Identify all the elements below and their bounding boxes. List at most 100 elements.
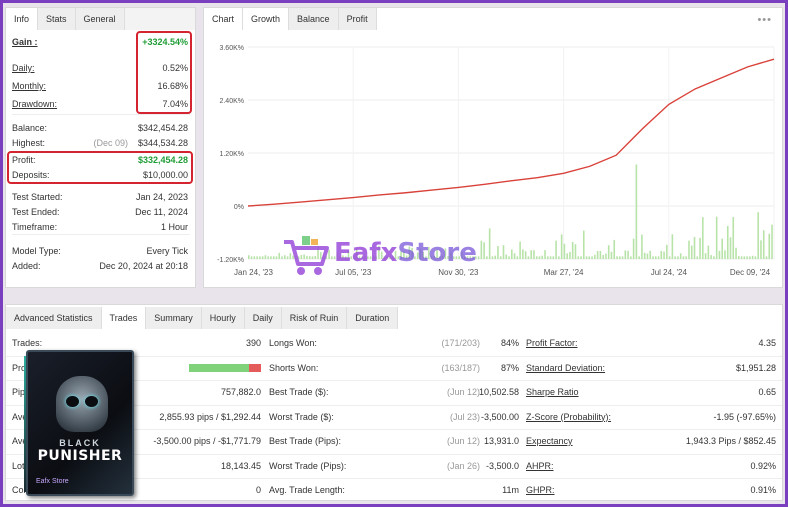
trade-bar: [674, 256, 676, 259]
stat-value: 10,502.58: [478, 387, 519, 397]
trade-bar: [535, 256, 538, 259]
trade-bar: [771, 224, 773, 259]
trade-bar: [519, 241, 521, 259]
trade-bar: [505, 254, 508, 259]
trade-bar: [546, 256, 549, 259]
trade-bar: [746, 256, 748, 259]
tab-profit[interactable]: Profit: [338, 8, 377, 30]
stats-tabs: Advanced Statistics Trades Summary Hourl…: [6, 307, 399, 329]
trade-bar: [732, 217, 735, 259]
trade-bar: [270, 256, 272, 259]
trade-bar: [616, 256, 618, 259]
tab-trades[interactable]: Trades: [101, 307, 147, 329]
stat-label: Best Trade (Pips):: [269, 436, 342, 446]
trade-bar: [649, 250, 652, 259]
stat-value: 757,882.0: [220, 387, 261, 397]
stat-value: 18,143.45: [220, 460, 261, 471]
trade-bar: [549, 256, 552, 259]
trade-bar: [729, 237, 732, 259]
trade-bar: [751, 255, 754, 259]
stat-note: (Jan 26): [446, 460, 480, 471]
info-row-label: Added:: [12, 261, 41, 271]
trade-bar: [635, 164, 638, 259]
trade-bar: [710, 255, 712, 259]
trade-bar: [699, 237, 701, 259]
trade-bar: [638, 256, 640, 259]
tab-daily[interactable]: Daily: [244, 307, 282, 329]
stat-value: 0: [255, 485, 261, 495]
trade-bar: [591, 256, 593, 259]
tab-summary[interactable]: Summary: [146, 307, 202, 329]
trade-bar: [760, 240, 762, 259]
trade-bar: [630, 256, 632, 259]
trade-bar: [738, 256, 740, 259]
tab-growth[interactable]: Growth: [243, 8, 290, 30]
trade-bar: [571, 241, 574, 259]
trade-bar: [657, 256, 660, 259]
tab-chart[interactable]: Chart: [204, 8, 244, 30]
more-dots-icon[interactable]: •••: [757, 14, 772, 26]
trade-bar: [511, 249, 513, 259]
tab-duration[interactable]: Duration: [347, 307, 399, 329]
product-box: BLACK PUNISHER Eafx Store: [26, 350, 134, 496]
stat-label: GHPR:: [526, 485, 555, 495]
trade-bar: [555, 240, 557, 259]
trade-bar: [610, 251, 613, 259]
info-row-label: Highest:: [12, 138, 46, 148]
tab-general[interactable]: General: [75, 8, 125, 30]
trade-bar: [666, 244, 668, 259]
stat-label: Expectancy: [526, 436, 573, 446]
trade-bar: [740, 256, 743, 259]
growth-line: [247, 58, 775, 207]
trade-bar: [715, 216, 718, 259]
trade-bar: [275, 256, 278, 259]
info-row: Added: Dec 20, 2024 at 20:18: [12, 259, 188, 273]
trade-bar: [563, 243, 566, 259]
info-row-label: Balance:: [12, 123, 48, 133]
trade-bar: [726, 225, 729, 259]
trade-bar: [599, 250, 602, 259]
tab-info[interactable]: Info: [6, 8, 39, 30]
y-tick-label: -1.20K%: [217, 257, 244, 264]
y-tick-label: 3.60K%: [219, 45, 244, 52]
trade-bar: [259, 256, 261, 259]
trade-bar: [580, 256, 582, 259]
tab-advanced-statistics[interactable]: Advanced Statistics: [6, 307, 102, 329]
info-row-label: Model Type:: [12, 246, 61, 256]
highlight-gain-box: [136, 31, 192, 114]
trade-bar: [605, 253, 607, 259]
stat-value: $1,951.28: [735, 362, 776, 373]
x-tick-label: Jul 24, '24: [651, 268, 688, 277]
info-row: Balance: $342,454.28: [12, 121, 188, 135]
trade-bar: [660, 251, 663, 259]
trade-bar: [690, 245, 693, 259]
info-row: Timeframe: 1 Hour: [12, 220, 188, 234]
stat-note: (Jul 23): [449, 411, 480, 422]
trade-bar: [735, 247, 737, 259]
trade-bar: [721, 238, 723, 259]
trade-bar: [641, 234, 643, 259]
product-brand: Eafx Store: [36, 478, 69, 485]
trade-bar: [278, 252, 281, 259]
trade-bar: [527, 256, 530, 259]
highlight-profit-box: [7, 151, 193, 184]
info-row-value: $342,454.28: [137, 123, 188, 133]
trade-bar: [522, 249, 524, 259]
trade-bar: [677, 256, 679, 259]
stat-note: (171/203): [441, 338, 480, 348]
trade-bar: [530, 250, 532, 259]
stat-label: Z-Score (Probability):: [526, 411, 612, 422]
trade-bar: [267, 256, 269, 259]
info-panel: Info Stats General Gain : +3324.54% Daily:…: [5, 7, 196, 288]
tab-stats[interactable]: Stats: [38, 8, 76, 30]
tab-hourly[interactable]: Hourly: [201, 307, 245, 329]
info-row: Model Type: Every Tick: [12, 244, 188, 258]
trade-bar: [264, 255, 267, 259]
trade-bar: [588, 256, 591, 259]
stat-value: -3,500.0: [485, 460, 519, 471]
tab-risk-of-ruin[interactable]: Risk of Ruin: [281, 307, 348, 329]
tab-balance[interactable]: Balance: [289, 8, 339, 30]
info-row-value: Every Tick: [146, 246, 188, 256]
trade-bar: [743, 256, 746, 259]
info-row-label: Daily:: [12, 63, 35, 73]
